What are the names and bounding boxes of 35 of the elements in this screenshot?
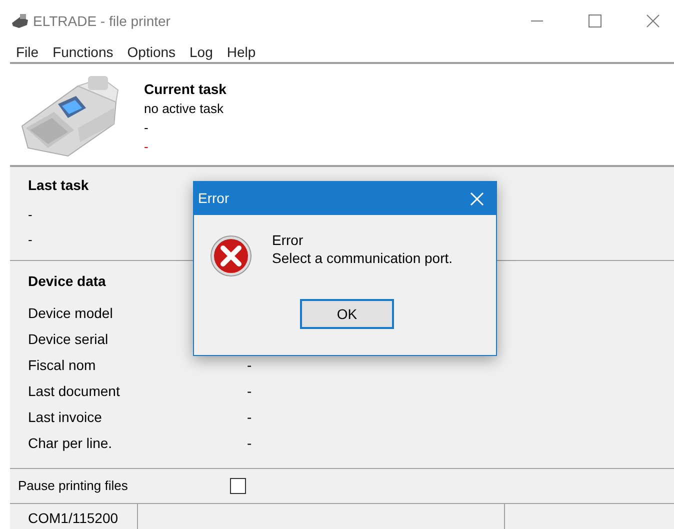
field-label: Device serial [28,330,110,348]
section-heading: Device data [28,272,106,291]
dialog-message: Select a communication port. [272,249,453,267]
field-value: - [247,382,252,400]
menu-item[interactable]: Functions [52,42,114,62]
menu-item[interactable]: Help [226,42,256,62]
section-heading: Last task [28,176,89,195]
field-value: - [247,434,252,452]
menu-item[interactable]: Log [190,42,213,62]
window-title: ELTRADE - file printer [33,12,170,31]
field-label: Fiscal nom [28,356,97,374]
dialog-heading: Error [272,231,304,249]
printer-icon [11,13,29,29]
field-value: - [247,356,252,374]
checkbox-label: Pause printing files [18,477,129,496]
task-line: - [144,138,148,156]
menu-item[interactable]: File [16,42,39,62]
ok-button[interactable]: OK [300,299,394,329]
field-label: Char per line. [28,434,114,453]
status-text: COM1/115200 [10,504,138,529]
close-icon[interactable] [646,14,660,28]
section-heading: Current task [144,80,226,99]
task-line: - [28,231,32,249]
error-icon [210,235,252,277]
dialog-title: Error [198,189,230,208]
task-line: - [28,206,32,224]
field-value: - [247,408,252,426]
field-label: Device model [28,304,114,322]
pause-checkbox[interactable] [230,478,246,494]
menu-item[interactable]: Options [127,42,176,62]
maximize-icon[interactable] [588,14,602,28]
task-line: - [144,119,148,137]
field-label: Last invoice [28,408,103,426]
task-line: no active task [144,100,224,118]
field-label: Last document [28,382,121,400]
